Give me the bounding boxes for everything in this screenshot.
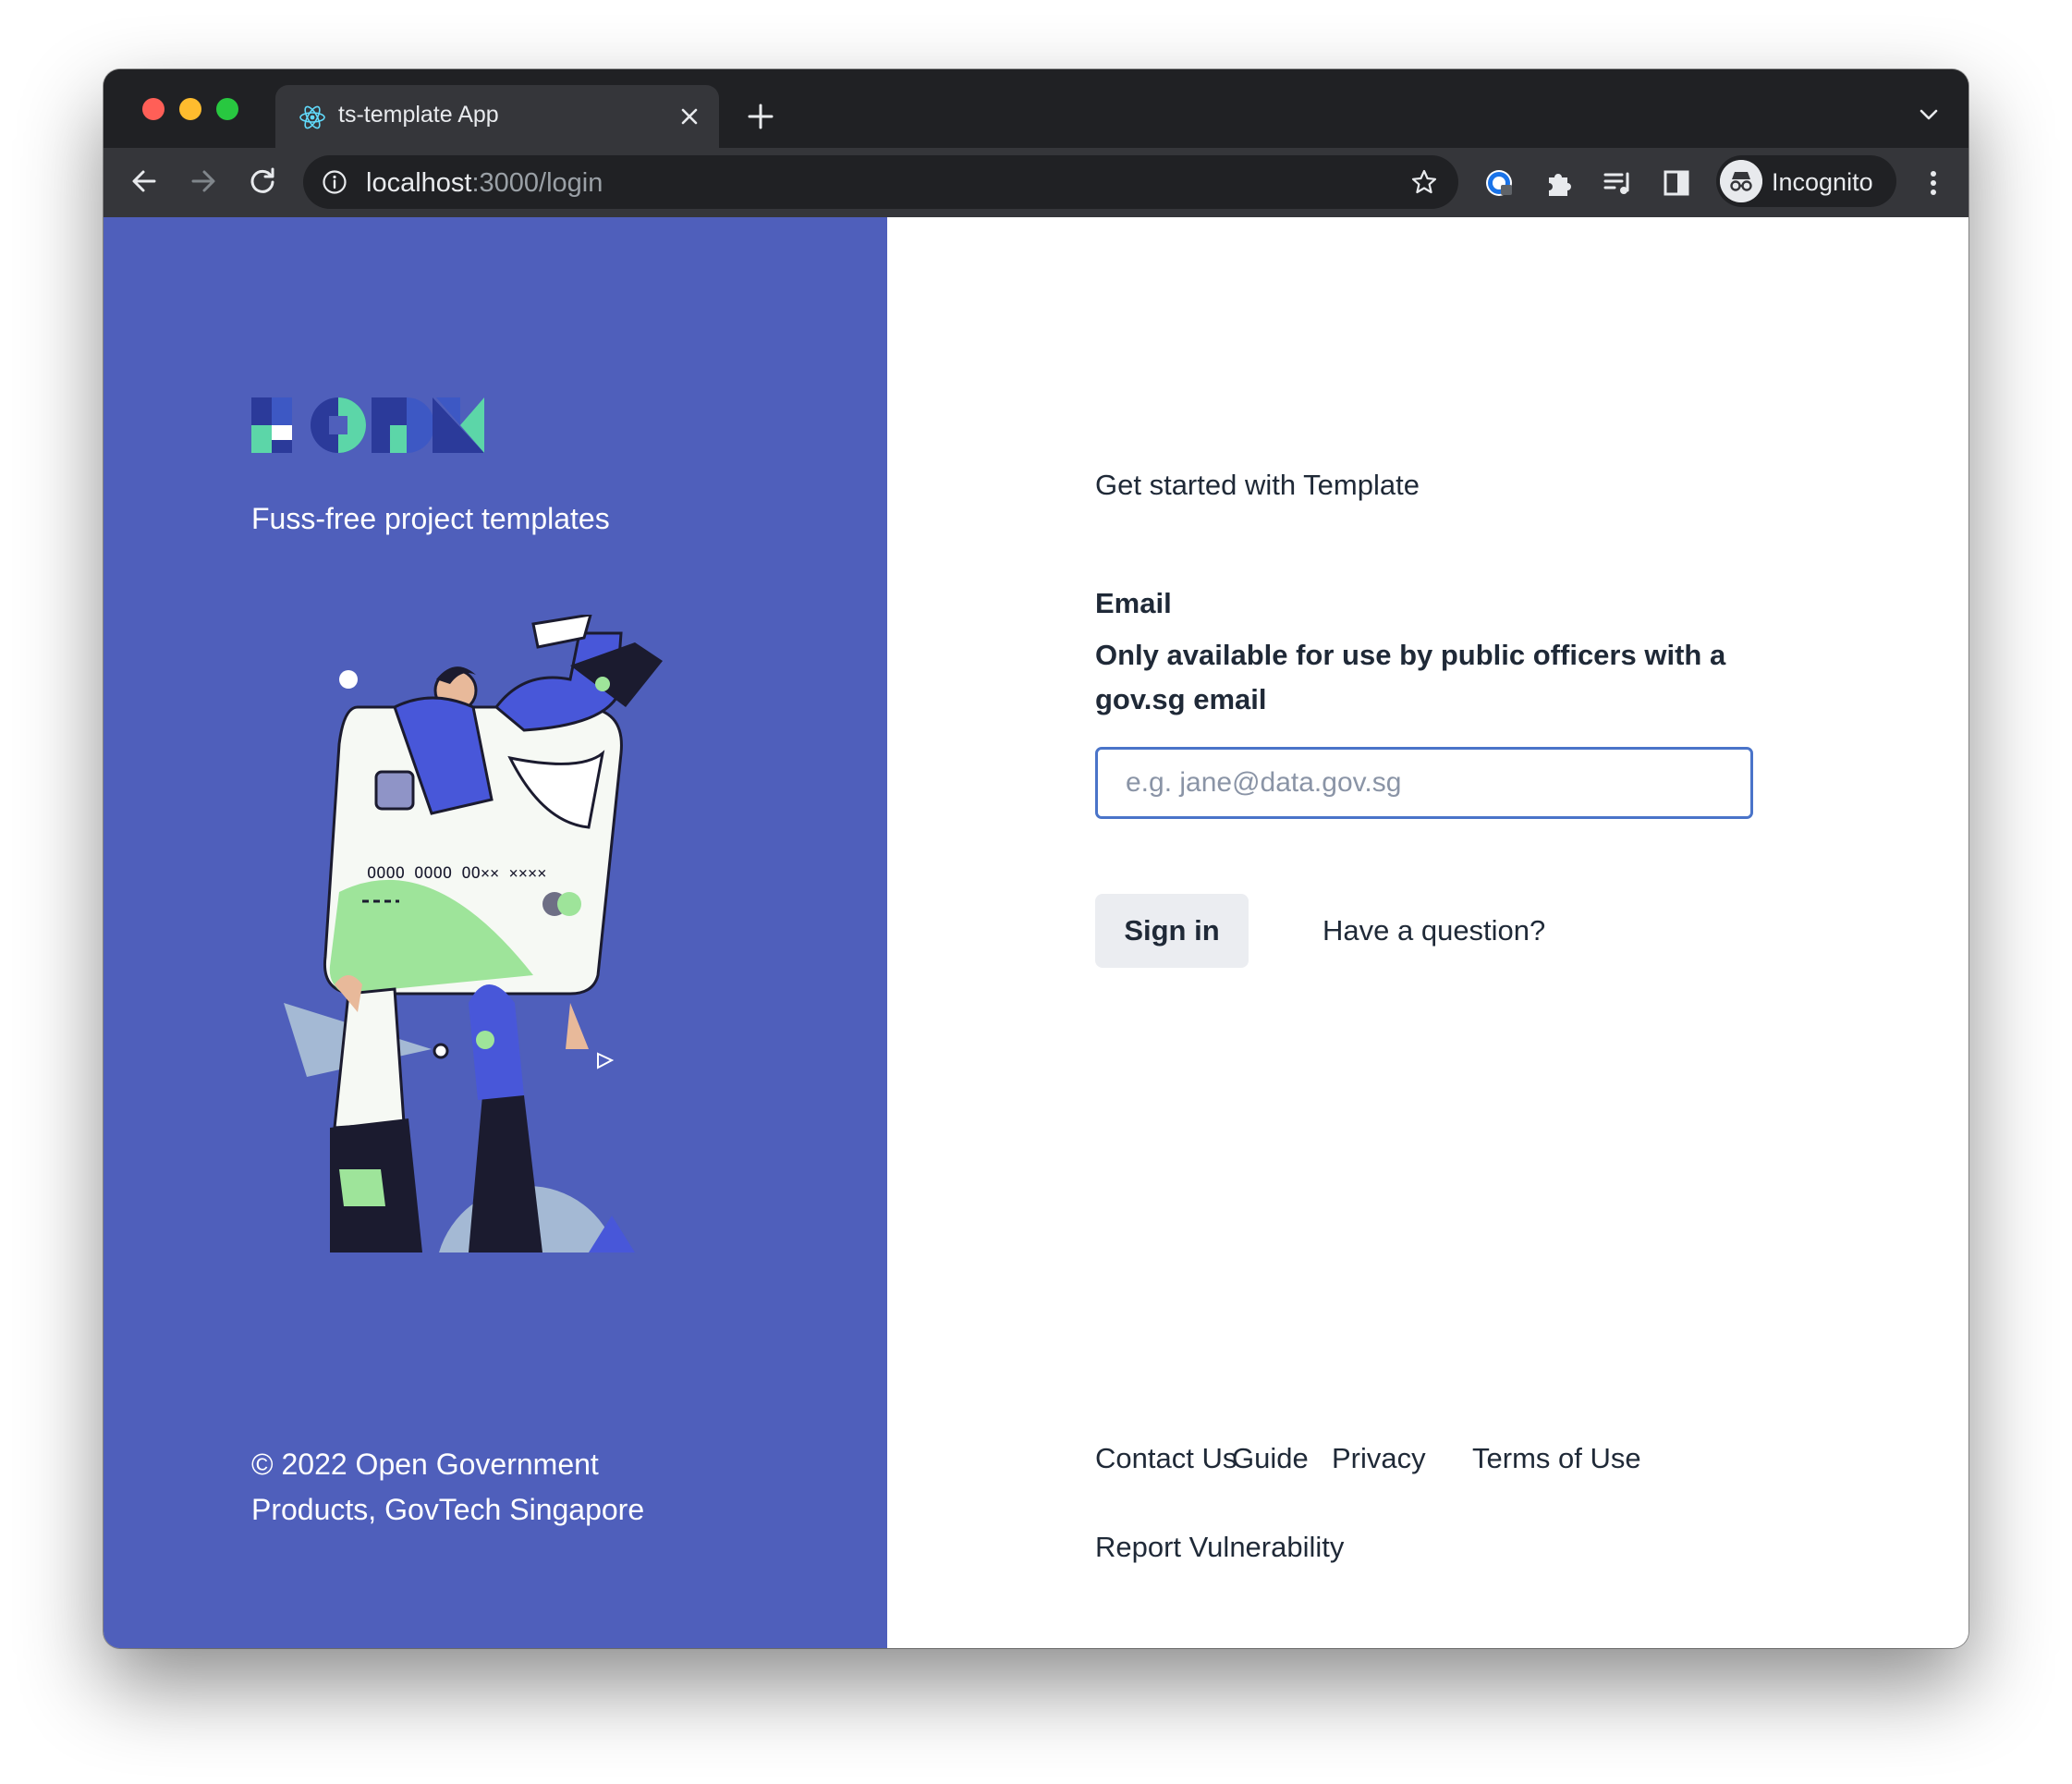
- email-input[interactable]: [1095, 747, 1753, 819]
- footer-link-terms-of-use[interactable]: Terms of Use: [1472, 1442, 1641, 1475]
- footer-link-privacy[interactable]: Privacy: [1332, 1442, 1426, 1475]
- kebab-menu-icon[interactable]: [1917, 166, 1950, 200]
- brand-panel: Fuss-free project templates OOOO OOOO OO…: [104, 217, 887, 1648]
- login-panel: Get started with Template Email Only ava…: [887, 217, 1968, 1648]
- close-icon[interactable]: [676, 104, 702, 129]
- svg-text:OOOO OOOO OO×× ××××: OOOO OOOO OO×× ××××: [367, 864, 546, 883]
- page-heading: Get started with Template: [1095, 469, 1420, 501]
- forward-arrow-icon[interactable]: [187, 165, 220, 198]
- team-illustration: OOOO OOOO OO×× ××××: [284, 615, 663, 1252]
- sign-in-button[interactable]: Sign in: [1095, 894, 1249, 968]
- url-path: :3000/login: [471, 168, 603, 198]
- copyright-line: Products, GovTech Singapore: [251, 1493, 645, 1526]
- close-window-button[interactable]: [142, 98, 165, 120]
- footer-link-contact-us[interactable]: Contact Us: [1095, 1442, 1237, 1475]
- email-helper-text: Only available for use by public officer…: [1095, 639, 1726, 715]
- page-viewport: Fuss-free project templates OOOO OOOO OO…: [104, 217, 1968, 1648]
- side-panel-icon[interactable]: [1660, 166, 1693, 200]
- browser-tab[interactable]: ts-template App: [275, 85, 719, 148]
- browser-window: ts-template App localhost:3000/login Inc…: [104, 69, 1968, 1648]
- new-tab-icon[interactable]: [745, 101, 776, 132]
- password-manager-icon[interactable]: [1482, 166, 1516, 200]
- tab-bar: ts-template App: [104, 69, 1968, 148]
- react-icon: [299, 105, 325, 129]
- email-label: Email: [1095, 587, 1172, 619]
- footer-link-report-vulnerability[interactable]: Report Vulnerability: [1095, 1531, 1344, 1564]
- form-logo: [251, 397, 484, 453]
- reload-icon[interactable]: [246, 165, 279, 198]
- url-text: localhost:3000/login: [366, 168, 603, 199]
- profile-label: Incognito: [1772, 168, 1873, 196]
- url-host: localhost: [366, 168, 472, 198]
- minimize-window-button[interactable]: [179, 98, 201, 120]
- info-icon[interactable]: [322, 169, 347, 195]
- incognito-icon: [1720, 160, 1762, 202]
- incognito-profile-button[interactable]: Incognito: [1716, 155, 1896, 207]
- tab-title: ts-template App: [338, 102, 499, 128]
- chevron-down-icon[interactable]: [1917, 103, 1941, 127]
- maximize-window-button[interactable]: [216, 98, 238, 120]
- copyright-text: © 2022 Open Government Products, GovTech…: [251, 1442, 644, 1533]
- browser-toolbar: localhost:3000/login Incognito: [104, 148, 1968, 217]
- tagline: Fuss-free project templates: [251, 502, 610, 535]
- footer-link-guide[interactable]: Guide: [1232, 1442, 1309, 1475]
- back-arrow-icon[interactable]: [128, 165, 161, 198]
- reading-list-icon[interactable]: [1601, 166, 1634, 200]
- copyright-line: © 2022 Open Government: [251, 1448, 599, 1481]
- extensions-puzzle-icon[interactable]: [1542, 166, 1575, 200]
- bookmark-star-icon[interactable]: [1410, 168, 1438, 196]
- have-a-question-link[interactable]: Have a question?: [1322, 914, 1545, 947]
- address-bar[interactable]: localhost:3000/login: [303, 155, 1458, 209]
